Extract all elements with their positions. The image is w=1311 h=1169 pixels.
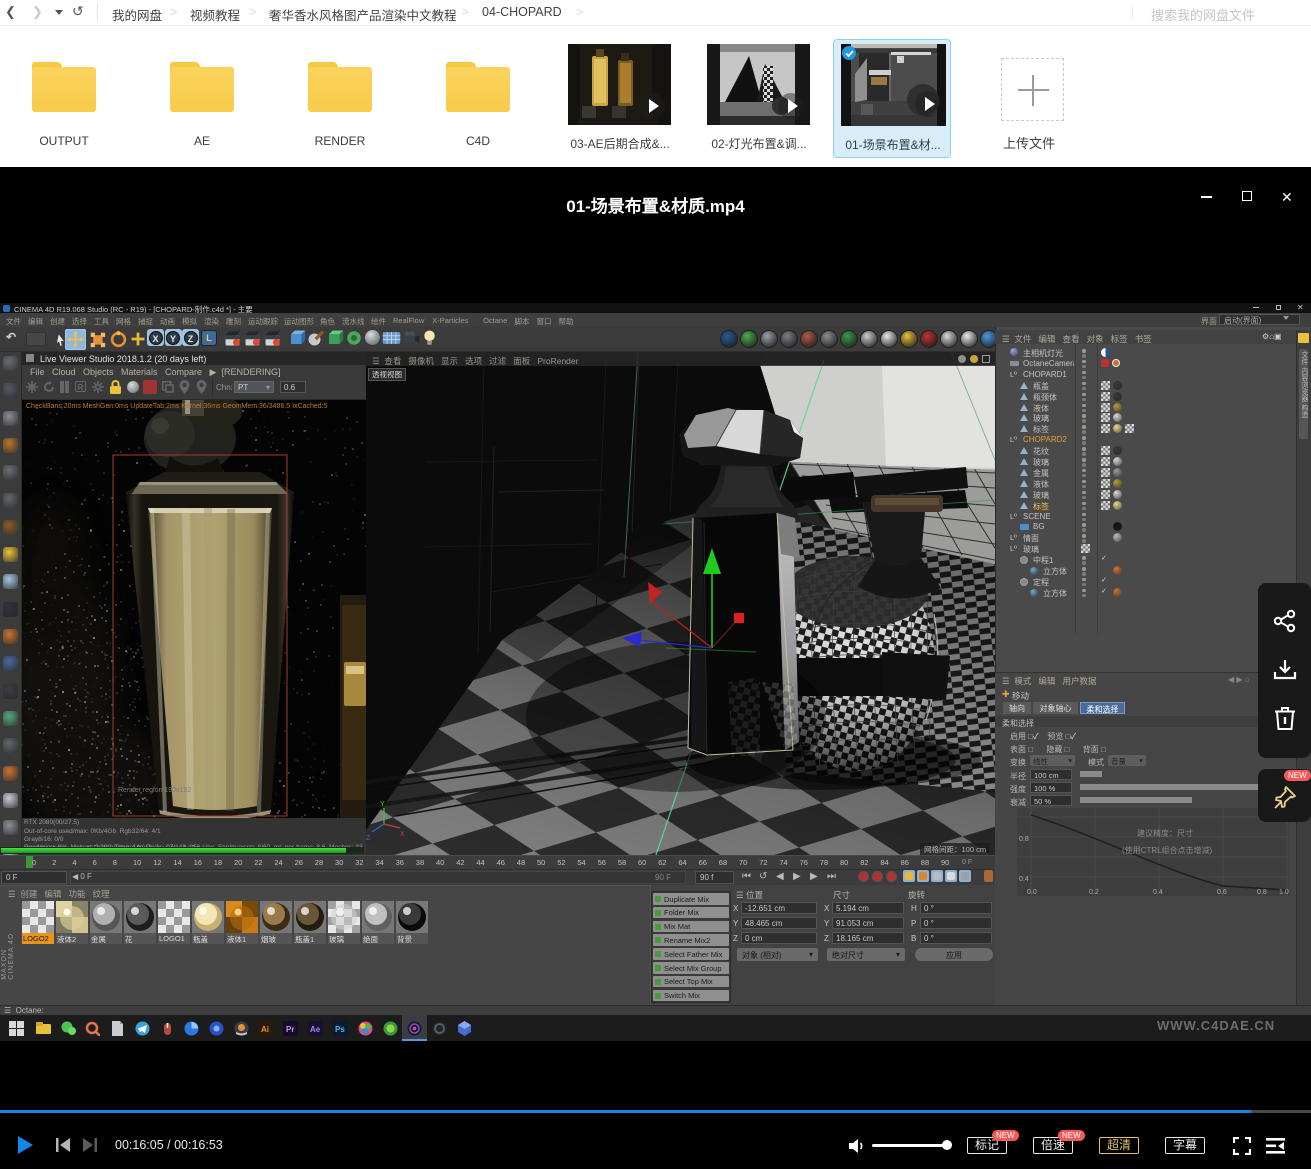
svg-text:0.8: 0.8 — [1019, 836, 1029, 843]
svg-text:0.4: 0.4 — [1153, 889, 1163, 896]
svg-text:(使用CTRL组合点击增减): (使用CTRL组合点击增减) — [1122, 845, 1213, 855]
svg-text:Pr: Pr — [286, 1025, 294, 1034]
svg-text:Ae: Ae — [310, 1025, 321, 1034]
svg-text:建议精度：尺寸: 建议精度：尺寸 — [1137, 828, 1193, 838]
svg-text:0.2: 0.2 — [1089, 889, 1099, 896]
svg-text:X: X — [400, 831, 405, 838]
svg-text:0.8: 0.8 — [1257, 889, 1267, 896]
svg-text:Ps: Ps — [335, 1025, 345, 1034]
svg-text:0.0: 0.0 — [1027, 889, 1037, 896]
svg-text:Render region 190x192: Render region 190x192 — [118, 787, 191, 794]
svg-text:1.0: 1.0 — [1279, 889, 1289, 896]
svg-text:Y: Y — [380, 801, 385, 808]
svg-text:0.4: 0.4 — [1019, 876, 1029, 883]
svg-text:Z: Z — [366, 835, 371, 842]
svg-text:Ai: Ai — [261, 1025, 269, 1034]
svg-text:0.6: 0.6 — [1217, 889, 1227, 896]
